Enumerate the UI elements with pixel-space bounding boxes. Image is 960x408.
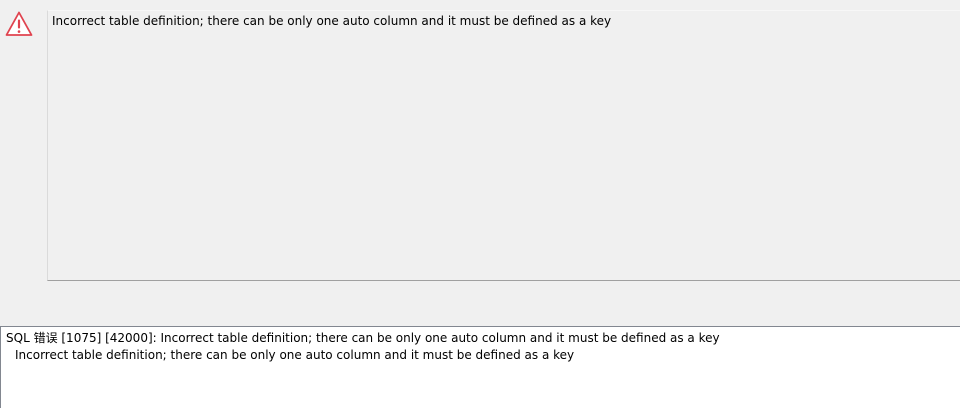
error-message-text: Incorrect table definition; there can be… (52, 14, 612, 28)
error-message-panel: Incorrect table definition; there can be… (47, 10, 960, 281)
error-detail-line: SQL 错误 [1075] [42000]: Incorrect table d… (6, 331, 720, 345)
error-detail-line: Incorrect table definition; there can be… (15, 348, 575, 362)
warning-triangle-icon (5, 10, 33, 38)
error-details-textarea[interactable]: SQL 错误 [1075] [42000]: Incorrect table d… (0, 326, 960, 408)
